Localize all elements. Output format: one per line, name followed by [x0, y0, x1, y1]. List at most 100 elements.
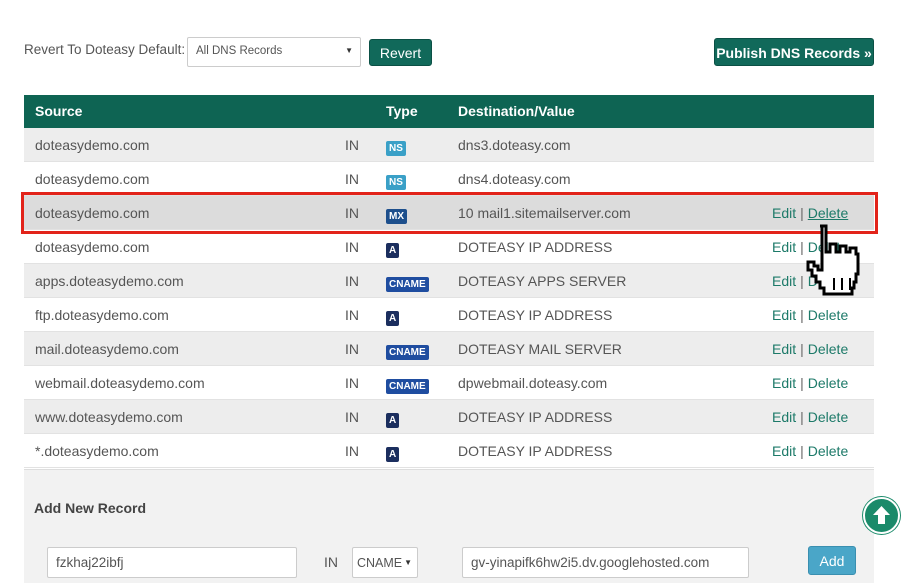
table-row: webmail.doteasydemo.com IN CNAME dpwebmail.… [24, 366, 874, 400]
table-row: *.doteasydemo.com IN A DOTEASY IP ADDRESS Ed… [24, 434, 874, 468]
record-type-badge: CNAME [386, 376, 429, 394]
arrow-up-icon [873, 506, 890, 524]
record-type: NS [386, 141, 406, 156]
add-record-title: Add New Record [34, 500, 147, 516]
record-source: www.doteasydemo.com [35, 409, 183, 425]
header-destination: Destination/Value [458, 103, 575, 119]
record-destination: dns3.doteasy.com [458, 137, 571, 153]
publish-dns-records-button[interactable]: Publish DNS Records » [714, 38, 874, 66]
record-class: IN [345, 307, 359, 323]
header-source: Source [35, 103, 83, 119]
record-class: IN [345, 341, 359, 357]
record-actions: Edit|Delete [772, 409, 848, 425]
revert-select[interactable]: All DNS Records ▼ [187, 37, 361, 67]
edit-link[interactable]: Edit [772, 341, 796, 357]
action-separator: | [800, 307, 804, 323]
record-type: CNAME [386, 345, 429, 360]
new-record-source-input[interactable]: fzkhaj22ibfj [47, 547, 297, 578]
table-row: doteasydemo.com IN NS dns3.doteasy.com [24, 128, 874, 162]
delete-link[interactable]: Delete [808, 375, 848, 391]
delete-link[interactable]: Delete [808, 341, 848, 357]
delete-link[interactable]: Delete [808, 307, 848, 323]
record-type-badge: CNAME [386, 274, 429, 292]
hand-pointer-icon [806, 224, 860, 296]
record-type-badge: A [386, 240, 400, 258]
record-class: IN [345, 409, 359, 425]
action-separator: | [800, 409, 804, 425]
record-type-badge: A [386, 444, 400, 462]
record-type-badge: CNAME [386, 342, 429, 360]
record-source: apps.doteasydemo.com [35, 273, 184, 289]
edit-link[interactable]: Edit [772, 409, 796, 425]
highlight-box [21, 192, 878, 234]
table-row: doteasydemo.com IN NS dns4.doteasy.com [24, 162, 874, 196]
edit-link[interactable]: Edit [772, 443, 796, 459]
chevron-down-icon: ▼ [404, 558, 412, 567]
record-source: *.doteasydemo.com [35, 443, 159, 459]
record-type: NS [386, 175, 406, 190]
record-actions: Edit|Delete [772, 375, 848, 391]
action-separator: | [800, 375, 804, 391]
delete-link[interactable]: Delete [808, 443, 848, 459]
table-header: Source Type Destination/Value [24, 95, 874, 128]
scroll-to-top-button[interactable] [863, 497, 900, 534]
record-destination: DOTEASY IP ADDRESS [458, 409, 613, 425]
record-actions: Edit|Delete [772, 307, 848, 323]
add-record-section: Add New Record fzkhaj22ibfj IN CNAME ▼ g… [24, 469, 874, 583]
record-destination: dns4.doteasy.com [458, 171, 571, 187]
table-body: doteasydemo.com IN NS dns3.doteasy.com dotea… [24, 128, 874, 468]
edit-link[interactable]: Edit [772, 239, 796, 255]
record-type-badge: NS [386, 172, 406, 190]
record-class: IN [345, 239, 359, 255]
record-actions: Edit|Delete [772, 443, 848, 459]
record-class: IN [345, 273, 359, 289]
record-type: CNAME [386, 277, 429, 292]
new-record-destination-input[interactable]: gv-yinapifk6hw2i5.dv.googlehosted.com [462, 547, 749, 578]
record-type: CNAME [386, 379, 429, 394]
table-row: www.doteasydemo.com IN A DOTEASY IP ADDRESS… [24, 400, 874, 434]
record-type: A [386, 311, 400, 326]
record-type: A [386, 243, 400, 258]
record-destination: DOTEASY APPS SERVER [458, 273, 627, 289]
record-class: IN [345, 171, 359, 187]
header-type: Type [386, 103, 418, 119]
revert-select-value: All DNS Records [196, 45, 283, 57]
record-class: IN [345, 375, 359, 391]
table-row: doteasydemo.com IN A DOTEASY IP ADDRESS Edit… [24, 230, 874, 264]
delete-link[interactable]: Delete [808, 409, 848, 425]
edit-link[interactable]: Edit [772, 273, 796, 289]
record-source: doteasydemo.com [35, 171, 150, 187]
record-source: mail.doteasydemo.com [35, 341, 179, 357]
record-source: doteasydemo.com [35, 137, 150, 153]
record-destination: DOTEASY IP ADDRESS [458, 307, 613, 323]
add-record-button[interactable]: Add [808, 546, 856, 575]
record-type-badge: NS [386, 138, 406, 156]
action-separator: | [800, 341, 804, 357]
revert-button[interactable]: Revert [369, 39, 432, 66]
revert-label: Revert To Doteasy Default: [24, 42, 186, 57]
record-class: IN [345, 137, 359, 153]
record-destination: DOTEASY IP ADDRESS [458, 239, 613, 255]
chevron-down-icon: ▼ [345, 46, 353, 55]
dns-records-table: Source Type Destination/Value doteasydem… [24, 95, 874, 468]
action-separator: | [800, 239, 804, 255]
edit-link[interactable]: Edit [772, 375, 796, 391]
record-destination: DOTEASY IP ADDRESS [458, 443, 613, 459]
record-source: ftp.doteasydemo.com [35, 307, 169, 323]
table-row: ftp.doteasydemo.com IN A DOTEASY IP ADDRESS… [24, 298, 874, 332]
record-source: webmail.doteasydemo.com [35, 375, 205, 391]
edit-link[interactable]: Edit [772, 307, 796, 323]
dns-toolbar: Revert To Doteasy Default: All DNS Recor… [24, 36, 874, 68]
record-destination: DOTEASY MAIL SERVER [458, 341, 622, 357]
table-row: apps.doteasydemo.com IN CNAME DOTEASY APPS … [24, 264, 874, 298]
record-type: A [386, 447, 400, 462]
record-source: doteasydemo.com [35, 239, 150, 255]
record-class: IN [345, 443, 359, 459]
new-record-type-value: CNAME [357, 556, 403, 570]
new-record-in-label: IN [324, 554, 338, 570]
record-actions: Edit|Delete [772, 341, 848, 357]
action-separator: | [800, 443, 804, 459]
record-destination: dpwebmail.doteasy.com [458, 375, 608, 391]
record-type-badge: A [386, 410, 400, 428]
new-record-type-select[interactable]: CNAME ▼ [352, 547, 418, 578]
